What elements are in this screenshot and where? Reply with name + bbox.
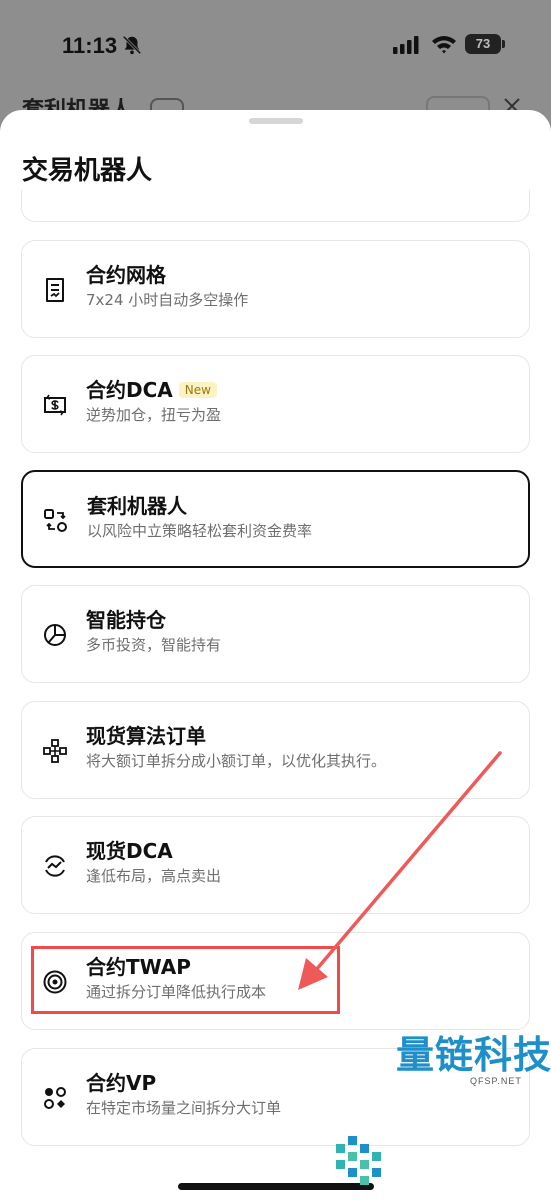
bot-desc: 以风险中立策略轻松套利资金费率: [87, 522, 313, 540]
pie-chart-icon: [44, 624, 66, 646]
battery-cap: [502, 40, 505, 48]
background-pill-right: [426, 96, 490, 110]
watermark-logo-icon: [336, 1136, 381, 1185]
bot-desc: 将大额订单拆分成小额订单，以优化其执行。: [86, 752, 387, 770]
signal-icon: [393, 36, 419, 54]
partial-card[interactable]: [21, 190, 530, 222]
dots-cluster-icon: [44, 1087, 66, 1109]
background-title: 套利机器人: [22, 96, 132, 110]
dollar-refresh-icon: [44, 394, 66, 416]
status-bar: 11:13 73: [0, 0, 551, 92]
new-badge: New: [178, 382, 217, 398]
bot-desc: 多币投资，智能持有: [86, 636, 222, 654]
arbitrage-icon: [44, 509, 67, 532]
bot-desc: 逢低布局，高点卖出: [86, 867, 222, 885]
bot-title: 现货算法订单: [86, 724, 206, 748]
bot-title: 现货DCA: [86, 839, 173, 863]
watermark-text: 量链科技: [396, 1033, 551, 1077]
bell-slash-icon: [122, 35, 142, 55]
bot-title: 套利机器人: [87, 494, 187, 518]
watermark-subtext: QFSP.NET: [470, 1076, 522, 1086]
bot-title: 合约DCA New: [86, 374, 217, 403]
bot-card-smart-portfolio[interactable]: 智能持仓 多币投资，智能持有: [21, 585, 530, 683]
sheet-title: 交易机器人: [22, 156, 153, 186]
bot-card-futures-dca[interactable]: 合约DCA New 逆势加仓，扭亏为盈: [21, 355, 530, 453]
nodes-icon: [43, 739, 67, 763]
grid-doc-icon: [46, 278, 64, 302]
bot-title: 合约VP: [86, 1071, 157, 1095]
bot-desc: 7x24 小时自动多空操作: [86, 291, 249, 309]
bot-card-spot-dca[interactable]: 现货DCA 逢低布局，高点卖出: [21, 816, 530, 914]
bot-card-arbitrage[interactable]: 套利机器人 以风险中立策略轻松套利资金费率: [21, 470, 530, 568]
bot-card-futures-grid[interactable]: 合约网格 7x24 小时自动多空操作: [21, 240, 530, 338]
sheet-grabber[interactable]: [249, 118, 303, 124]
bot-desc: 逆势加仓，扭亏为盈: [86, 406, 222, 424]
status-time: 11:13: [62, 33, 118, 58]
bot-title: 合约网格: [86, 263, 166, 287]
wifi-icon: [432, 36, 456, 54]
bot-desc: 在特定市场量之间拆分大订单: [86, 1099, 282, 1117]
trend-cycle-icon: [45, 855, 65, 877]
battery-icon: 73: [465, 34, 501, 54]
bot-title: 智能持仓: [86, 608, 166, 632]
close-icon: [504, 98, 520, 110]
annotation-highlight-box: [31, 946, 340, 1014]
bot-card-spot-algo-order[interactable]: 现货算法订单 将大额订单拆分成小额订单，以优化其执行。: [21, 701, 530, 799]
